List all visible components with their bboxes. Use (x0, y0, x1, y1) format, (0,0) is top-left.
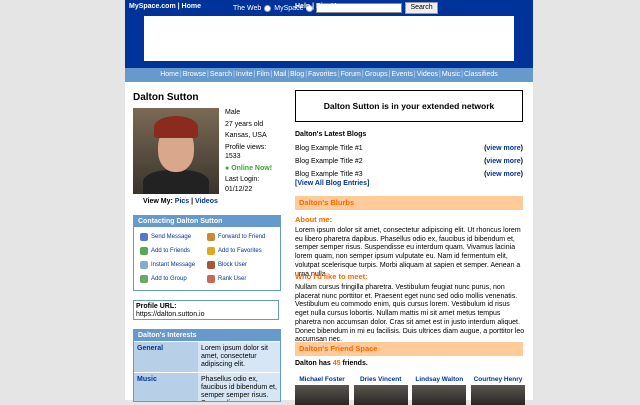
pics-link[interactable]: Pics (175, 198, 189, 205)
menu-item-blog[interactable]: Blog (290, 71, 304, 78)
menu-item-forum[interactable]: Forum (341, 71, 361, 78)
profile-info: Male 27 years old Kansas, USA Profile vi… (225, 108, 285, 196)
profile-url-label: Profile URL: (136, 303, 177, 310)
interests-title: Dalton's Interests (134, 330, 280, 341)
contact-add-to-favorites[interactable]: Add to Favorites (207, 247, 274, 255)
friend-photo[interactable] (353, 385, 408, 405)
contact-title: Contacting Dalton Sutton (134, 216, 280, 227)
web-radio[interactable] (264, 4, 272, 12)
profile-url-box: Profile URL: https://dalton.sutton.io (133, 300, 279, 320)
menu-item-groups[interactable]: Groups (365, 71, 388, 78)
contact-instant-message[interactable]: Instant Message (140, 261, 207, 269)
view-more-link[interactable]: (view more) (484, 145, 523, 152)
blog-title[interactable]: Blog Example Title #1 (295, 145, 363, 152)
blog-row: Blog Example Title #1 (view more) (295, 145, 523, 152)
views-label: Profile views: (225, 143, 267, 151)
friend-card[interactable]: Courtney Henry (470, 376, 525, 405)
interest-row: Music Phasellus odio ex, faucibus id bibe… (134, 372, 280, 401)
profile-photo[interactable] (133, 108, 219, 194)
extended-network-box: Dalton Sutton is in your extended networ… (295, 90, 523, 122)
help-link[interactable]: Help (295, 3, 310, 10)
menu-item-mail[interactable]: Mail (274, 71, 287, 78)
view-more-link[interactable]: (view more) (484, 158, 523, 165)
location: Kansas, USA (225, 132, 267, 139)
friend-name[interactable]: Dries Vincent (354, 376, 408, 383)
gender: Male (225, 109, 241, 116)
meet-label: Who I'd like to meet: (295, 272, 368, 281)
friend-name[interactable]: Lindsay Walton (412, 376, 466, 383)
rank-icon (207, 275, 215, 283)
friend-photo[interactable] (295, 385, 349, 405)
interest-key: General (134, 342, 198, 372)
last-login-date: 01/12/22 (225, 185, 253, 193)
top-nav: MySpace.com | Home The Web MySpace Searc… (125, 0, 533, 14)
web-label: The Web (233, 4, 262, 12)
interest-row: General Lorem ipsum dolor sit amet, conse… (134, 341, 280, 372)
menu-item-classifieds[interactable]: Classifieds (464, 71, 498, 78)
friend-name[interactable]: Courtney Henry (471, 376, 525, 383)
brand-link[interactable]: MySpace.com (129, 3, 176, 10)
blog-title[interactable]: Blog Example Title #3 (295, 171, 363, 178)
contact-block-user[interactable]: Block User (207, 261, 274, 269)
ad-banner (144, 16, 514, 61)
age: 27 years old (225, 120, 264, 128)
about-me-label: About me: (295, 215, 333, 224)
menu-item-browse[interactable]: Browse (183, 71, 206, 78)
menu-item-favorites[interactable]: Favorites (308, 71, 337, 78)
block-icon (207, 261, 215, 269)
profile-page: Dalton Sutton Male 27 years old Kansas, … (125, 82, 533, 405)
menu-item-videos[interactable]: Videos (417, 71, 438, 78)
online-status: ● Online Now! (225, 164, 273, 172)
home-link[interactable]: Home (182, 3, 201, 10)
star-icon (207, 247, 215, 255)
friend-count: Dalton has 45 friends. (295, 360, 368, 367)
views-count: 1533 (225, 153, 241, 160)
menu-item-music[interactable]: Music (442, 71, 460, 78)
blurbs-header: Dalton's Blurbs (295, 196, 523, 210)
interest-value: Lorem ipsum dolor sit amet, consectetur … (198, 342, 280, 372)
blogs-title: Dalton's Latest Blogs (295, 131, 367, 138)
friend-photo[interactable] (470, 385, 525, 405)
view-my: View My: Pics | Videos (143, 198, 218, 205)
friend-photo[interactable] (412, 385, 467, 405)
contact-add-to-friends[interactable]: Add to Friends (140, 247, 207, 255)
add-friend-icon (140, 247, 148, 255)
friend-space-header: Dalton's Friend Space (295, 342, 523, 356)
contact-add-to-group[interactable]: Add to Group (140, 275, 207, 283)
main-menu: Home|Browse|Search|Invite|Film|Mail|Blog… (125, 68, 533, 82)
blog-row: Blog Example Title #3 (view more) (295, 171, 523, 178)
menu-item-home[interactable]: Home (160, 71, 179, 78)
interests-box: Dalton's Interests General Lorem ipsum do… (133, 329, 281, 402)
group-icon (140, 275, 148, 283)
interest-key: Music (134, 373, 198, 401)
menu-item-film[interactable]: Film (256, 71, 269, 78)
friend-card[interactable]: Lindsay Walton (412, 376, 467, 405)
contact-send-message[interactable]: Send Message (140, 233, 207, 241)
blog-row: Blog Example Title #2 (view more) (295, 158, 523, 165)
view-more-link[interactable]: (view more) (484, 171, 523, 178)
videos-link[interactable]: Videos (195, 198, 218, 205)
signup-link[interactable]: SignUp (316, 3, 341, 10)
contact-rank-user[interactable]: Rank User (207, 275, 274, 283)
menu-item-invite[interactable]: Invite (236, 71, 253, 78)
envelope-icon (140, 233, 148, 241)
friend-card[interactable]: Dries Vincent (353, 376, 408, 405)
profile-name: Dalton Sutton (133, 92, 199, 103)
view-all-blogs-link[interactable]: [View All Blog Entries] (295, 180, 369, 187)
blog-title[interactable]: Blog Example Title #2 (295, 158, 363, 165)
contact-box: Contacting Dalton Sutton Send Message For… (133, 215, 281, 291)
contact-forward-to-friend[interactable]: Forward to Friend (207, 233, 274, 241)
meet-text: Nullam cursus fringilla pharetra. Vestib… (295, 284, 525, 344)
interest-value: Phasellus odio ex, faucibus id bibendum … (198, 373, 280, 401)
menu-item-events[interactable]: Events (392, 71, 413, 78)
friend-card[interactable]: Michael Foster (295, 376, 349, 405)
forward-icon (207, 233, 215, 241)
friend-name[interactable]: Michael Foster (295, 376, 349, 383)
last-login-label: Last Login: (225, 176, 260, 183)
friend-list: Michael Foster Dries Vincent Lindsay Walto… (295, 376, 525, 405)
menu-item-search[interactable]: Search (210, 71, 232, 78)
profile-url[interactable]: https://dalton.sutton.io (136, 311, 276, 319)
chat-icon (140, 261, 148, 269)
